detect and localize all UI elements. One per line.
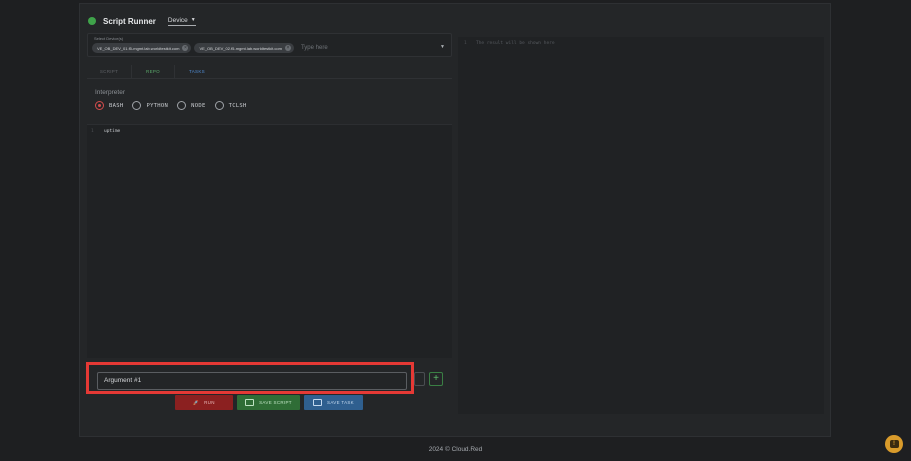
tab-tasks[interactable]: TASKS (175, 65, 219, 78)
help-button[interactable]: ! (885, 435, 903, 453)
radio-tclsh[interactable]: TCLSH (214, 101, 247, 110)
remove-chip-icon[interactable]: × (182, 45, 189, 51)
tab-script[interactable]: SCRIPT (87, 65, 131, 78)
add-argument-button[interactable]: + (429, 372, 443, 386)
arguments-area: Argument #1 + (87, 358, 452, 420)
action-buttons: 🚀 RUN SAVE SCRIPT SAVE TASK (175, 395, 363, 410)
save-icon (245, 399, 255, 406)
script-runner-window: Script Runner Device ▼ Select Device(s) … (79, 3, 831, 437)
device-search-input[interactable]: Type here (301, 45, 391, 51)
radio-label: TCLSH (228, 102, 247, 109)
radio-label: NODE (191, 102, 206, 109)
device-multiselect[interactable]: Select Device(s) VE_OB_DEV_01.f5-mgmt.la… (87, 33, 452, 57)
chevron-down-icon[interactable]: ▼ (440, 44, 445, 50)
device-mode-label: Device (167, 16, 188, 24)
radio-python[interactable]: PYTHON (132, 101, 168, 110)
remove-chip-icon[interactable]: × (284, 45, 291, 51)
title-bar: Script Runner Device ▼ (88, 12, 196, 30)
device-chip-label: VE_OB_DEV_01.f5-mgmt.lab.worldtestkit.co… (97, 45, 180, 51)
rocket-icon: 🚀 (193, 399, 200, 405)
radio-unselected-icon (177, 101, 187, 110)
output-panel: 1 The result will be shown here (458, 37, 824, 414)
radio-selected-icon (95, 101, 104, 110)
interpreter-radio-group: BASH PYTHON NODE TCLSH (95, 101, 256, 110)
save-script-label: SAVE SCRIPT (259, 400, 292, 405)
line-number: 1 (464, 41, 467, 46)
radio-label: BASH (109, 102, 124, 109)
tab-repo[interactable]: REPO (131, 65, 175, 78)
remove-argument-button[interactable] (414, 372, 425, 386)
save-task-button[interactable]: SAVE TASK (304, 395, 363, 410)
alert-icon: ! (889, 440, 899, 448)
chevron-down-icon: ▼ (190, 17, 196, 23)
interpreter-label: Interpreter (95, 89, 125, 96)
tab-bar: SCRIPT REPO TASKS (87, 65, 452, 79)
script-editor[interactable]: 1 uptime (87, 124, 452, 358)
radio-unselected-icon (214, 101, 224, 110)
script-code[interactable]: uptime (104, 129, 120, 134)
run-label: RUN (204, 400, 215, 405)
radio-label: PYTHON (146, 102, 169, 109)
app-title: Script Runner (103, 16, 156, 26)
output-placeholder: The result will be shown here (476, 41, 555, 46)
footer-copyright: 2024 © Cloud.Red (428, 446, 483, 453)
radio-bash[interactable]: BASH (95, 101, 123, 110)
save-task-label: SAVE TASK (327, 400, 354, 405)
save-script-button[interactable]: SAVE SCRIPT (237, 395, 300, 410)
run-button[interactable]: 🚀 RUN (175, 395, 233, 410)
device-mode-select[interactable]: Device ▼ (167, 16, 196, 26)
device-chip[interactable]: VE_OB_DEV_01.f5-mgmt.lab.worldtestkit.co… (92, 43, 192, 53)
device-select-label: Select Device(s) (94, 36, 124, 41)
radio-unselected-icon (132, 101, 142, 110)
save-icon (313, 399, 323, 406)
argument-input[interactable]: Argument #1 (97, 372, 407, 390)
radio-node[interactable]: NODE (177, 101, 205, 110)
device-chip-label: VE_OB_DEV_02.f5-mgmt.lab.worldtestkit.co… (199, 45, 282, 51)
device-chips: VE_OB_DEV_01.f5-mgmt.lab.worldtestkit.co… (92, 43, 391, 53)
device-chip[interactable]: VE_OB_DEV_02.f5-mgmt.lab.worldtestkit.co… (194, 43, 294, 53)
line-number: 1 (91, 129, 94, 134)
status-dot-icon (88, 17, 96, 25)
